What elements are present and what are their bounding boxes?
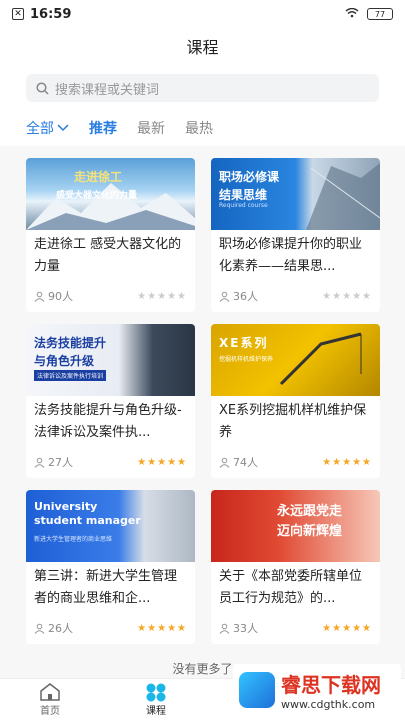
rating-stars: ★★★★★ (322, 456, 372, 468)
tab-all-label: 全部 (26, 121, 54, 137)
course-thumbnail: University student manager 新进大学生管理者的商业思维 (26, 490, 195, 562)
chevron-down-icon (57, 124, 69, 132)
thumbnail-text: student manager (34, 514, 141, 527)
nav-course[interactable]: 课程 (100, 679, 212, 720)
thumbnail-text: 法律诉讼及案件执行培训 (34, 370, 107, 381)
rating-stars: ★★★★★ (137, 456, 187, 468)
thumbnail-text: 与角色升级 (34, 354, 95, 368)
tab-hottest[interactable]: 最热 (185, 118, 213, 138)
filter-tabs: 全部 推荐 最新 最热 (0, 110, 405, 146)
thumbnail-text: 结果思维 (219, 188, 268, 202)
nav-home-label: 首页 (40, 706, 60, 717)
learner-count: 33人 (233, 622, 258, 635)
thumbnail-text: University (34, 500, 98, 513)
home-icon (40, 683, 60, 701)
course-thumbnail: 法务技能提升 与角色升级 法律诉讼及案件执行培训 (26, 324, 195, 396)
tab-latest[interactable]: 最新 (137, 118, 165, 138)
course-title: 关于《本部党委所辖单位员工行为规范》的... (219, 569, 363, 606)
nav-home[interactable]: 首页 (0, 679, 100, 720)
tab-all[interactable]: 全部 (26, 118, 69, 138)
user-icon (34, 291, 45, 302)
course-title: 走进徐工 感受大器文化的力量 (34, 237, 182, 274)
thumbnail-text: 迈向新辉煌 (277, 524, 343, 539)
course-title: XE系列挖掘机样机维护保养 (219, 403, 367, 440)
course-thumbnail: 职场必修课 结果思维 Required course (211, 158, 380, 230)
thumbnail-text: 走进徐工 (74, 170, 123, 184)
user-icon (219, 291, 230, 302)
thumbnail-text: 职场必修课 (219, 170, 280, 184)
status-bar: ✕ 16:59 77 (0, 0, 405, 28)
thumbnail-text: 感受大器文化的力量 (56, 191, 138, 201)
thumbnail-text: 新进大学生管理者的商业思维 (34, 536, 113, 543)
search-section: 搜索课程或关键词 (0, 64, 405, 110)
wifi-icon (345, 7, 359, 22)
site-watermark: 睿思下载网 www.cdgthk.com (233, 664, 401, 716)
thumbnail-text: 法务技能提升 (34, 336, 107, 350)
search-placeholder: 搜索课程或关键词 (55, 82, 160, 98)
course-thumbnail: 永远跟党走 迈向新辉煌 (211, 490, 380, 562)
course-title: 第三讲：新进大学生管理者的商业思维和企... (34, 569, 178, 606)
watermark-name: 睿思下载网 (281, 673, 381, 697)
course-icon (146, 683, 166, 702)
course-thumbnail: XE系列 挖掘机样机维护保养 (211, 324, 380, 396)
page-header: 课程 (0, 28, 405, 64)
nav-course-label: 课程 (146, 706, 166, 717)
course-card[interactable]: 职场必修课 结果思维 Required course 职场必修课提升你的职业化素… (211, 158, 380, 312)
search-icon (36, 81, 49, 95)
clock: 16:59 (30, 6, 72, 22)
course-thumbnail: 走进徐工 感受大器文化的力量 (26, 158, 195, 230)
course-card[interactable]: University student manager 新进大学生管理者的商业思维… (26, 490, 195, 644)
user-icon (34, 623, 45, 634)
rating-stars: ★★★★★ (322, 290, 372, 302)
rating-stars: ★★★★★ (137, 290, 187, 302)
thumbnail-text: Required course (219, 202, 268, 209)
learner-count: 27人 (48, 456, 73, 469)
battery-icon: 77 (367, 8, 393, 20)
close-icon: ✕ (12, 8, 24, 20)
rating-stars: ★★★★★ (137, 622, 187, 634)
search-input[interactable]: 搜索课程或关键词 (26, 74, 379, 102)
course-title: 职场必修课提升你的职业化素养——结果思... (219, 237, 363, 274)
course-card[interactable]: 走进徐工 感受大器文化的力量 走进徐工 感受大器文化的力量 90人 ★★★★★ (26, 158, 195, 312)
user-icon (219, 457, 230, 468)
user-icon (219, 623, 230, 634)
course-title: 法务技能提升与角色升级-法律诉讼及案件执... (34, 403, 182, 440)
learner-count: 36人 (233, 290, 258, 303)
tab-recommend[interactable]: 推荐 (89, 118, 117, 138)
learner-count: 90人 (48, 290, 73, 303)
thumbnail-text: 挖掘机样机维护保养 (219, 356, 274, 363)
page-title: 课程 (186, 38, 219, 57)
course-card[interactable]: 永远跟党走 迈向新辉煌 关于《本部党委所辖单位员工行为规范》的... 33人 ★… (211, 490, 380, 644)
course-card[interactable]: 法务技能提升 与角色升级 法律诉讼及案件执行培训 法务技能提升与角色升级-法律诉… (26, 324, 195, 478)
thumbnail-text: XE系列 (219, 336, 269, 350)
rating-stars: ★★★★★ (322, 622, 372, 634)
thumbnail-text: 永远跟党走 (277, 504, 343, 519)
watermark-url: www.cdgthk.com (281, 698, 376, 711)
learner-count: 26人 (48, 622, 73, 635)
watermark-logo (239, 672, 275, 708)
course-card[interactable]: XE系列 挖掘机样机维护保养 XE系列挖掘机样机维护保养 74人 ★★★★★ (211, 324, 380, 478)
user-icon (34, 457, 45, 468)
learner-count: 74人 (233, 456, 258, 469)
course-grid: 走进徐工 感受大器文化的力量 走进徐工 感受大器文化的力量 90人 ★★★★★ … (0, 146, 405, 644)
